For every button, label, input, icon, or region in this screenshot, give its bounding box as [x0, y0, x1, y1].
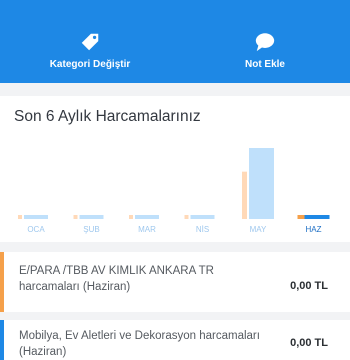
transaction-amount: 0,00 TL — [290, 337, 328, 349]
spending-card: Son 6 Aylık Harcamalarınız OCA ŞUB MAR NİS M… — [0, 96, 350, 242]
change-category-button[interactable]: Kategori Değiştir — [0, 0, 180, 83]
transaction-amount: 0,00 TL — [290, 280, 328, 292]
transaction-row[interactable]: E/PARA /TBB AV KIMLIK ANKARA TR harcamal… — [0, 252, 350, 312]
action-bar: Kategori Değiştir Not Ekle — [0, 0, 350, 83]
month-label[interactable]: ŞUB — [83, 225, 99, 234]
tag-icon — [81, 33, 99, 51]
bar-series-b-1[interactable] — [79, 215, 104, 219]
change-category-label: Kategori Değiştir — [49, 59, 131, 70]
month-label[interactable]: MAR — [138, 225, 156, 234]
add-note-button[interactable]: Not Ekle — [180, 0, 350, 83]
spending-chart: OCA ŞUB MAR NİS MAY HAZ — [18, 148, 330, 234]
bar-series-a-2[interactable] — [129, 215, 133, 219]
bar-series-b-3[interactable] — [190, 215, 215, 219]
transaction-list: E/PARA /TBB AV KIMLIK ANKARA TR harcamal… — [0, 252, 350, 360]
bar-series-b-4[interactable] — [249, 148, 274, 219]
month-label[interactable]: OCA — [27, 225, 45, 234]
bar-series-a-5[interactable] — [297, 215, 305, 219]
bar-series-a-0[interactable] — [18, 215, 22, 219]
month-label[interactable]: MAY — [250, 225, 267, 234]
bar-series-a-1[interactable] — [73, 215, 78, 219]
transaction-row[interactable]: Mobilya, Ev Aletleri ve Dekorasyon harca… — [0, 320, 350, 360]
bar-series-a-4[interactable] — [242, 171, 247, 219]
month-label[interactable]: NİS — [196, 225, 209, 234]
month-label[interactable]: HAZ — [306, 225, 322, 234]
speech-bubble-icon — [255, 33, 275, 52]
transaction-name: Mobilya, Ev Aletleri ve Dekorasyon harca… — [19, 330, 260, 358]
bar-series-b-0[interactable] — [24, 215, 48, 219]
bar-series-a-3[interactable] — [184, 215, 189, 219]
transaction-name: E/PARA /TBB AV KIMLIK ANKARA TR harcamal… — [19, 265, 214, 293]
bar-series-b-5[interactable] — [304, 215, 330, 219]
add-note-label: Not Ekle — [244, 59, 285, 70]
bar-series-b-2[interactable] — [135, 215, 159, 219]
